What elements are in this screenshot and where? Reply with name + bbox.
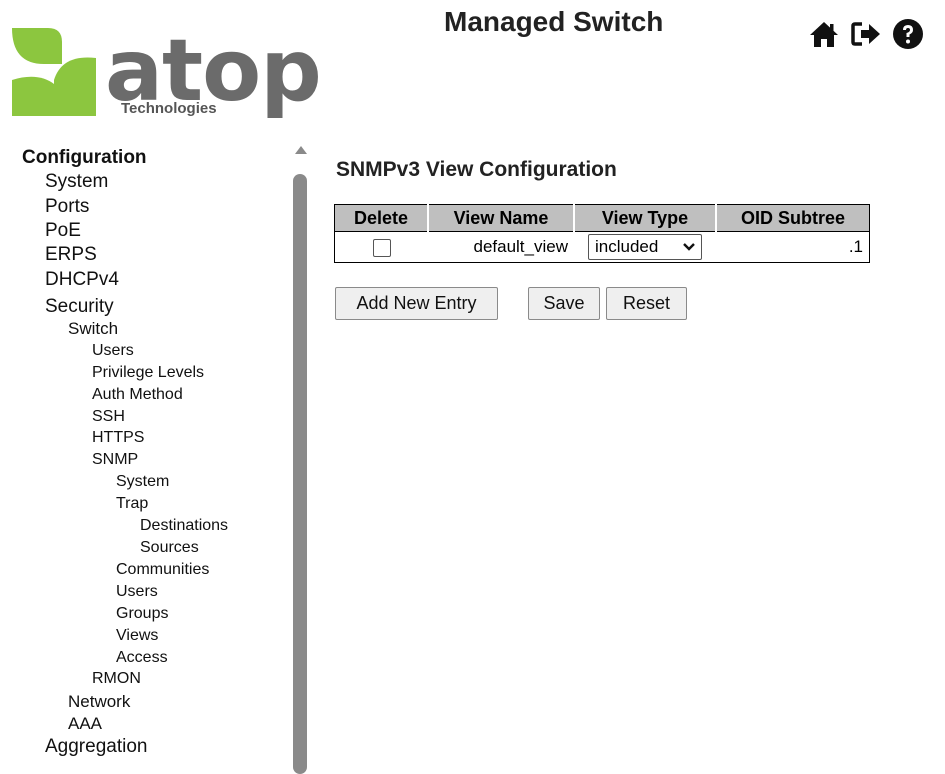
sidebar-item-snmp[interactable]: SNMP <box>92 451 138 469</box>
sidebar-item-aggregation[interactable]: Aggregation <box>45 736 147 758</box>
sidebar-item-views[interactable]: Views <box>116 627 158 645</box>
sidebar-item-system[interactable]: System <box>45 171 108 193</box>
sidebar-item-access[interactable]: Access <box>116 649 168 667</box>
sidebar-item-rmon[interactable]: RMON <box>92 670 141 688</box>
sidebar-item-groups[interactable]: Groups <box>116 605 168 623</box>
sidebar-item-privilege-levels[interactable]: Privilege Levels <box>92 364 204 382</box>
scrollbar-thumb[interactable] <box>293 174 307 774</box>
logout-icon[interactable] <box>850 18 882 50</box>
sidebar-item-trap[interactable]: Trap <box>116 495 148 513</box>
header-view-type: View Type <box>574 204 717 232</box>
sidebar-item-snmp-users[interactable]: Users <box>116 583 158 601</box>
delete-cell <box>335 232 429 263</box>
scroll-up-arrow-icon[interactable] <box>295 146 307 154</box>
sidebar-item-switch[interactable]: Switch <box>68 319 118 339</box>
sidebar-item-dhcpv4[interactable]: DHCPv4 <box>45 269 119 291</box>
reset-button[interactable]: Reset <box>606 287 687 320</box>
header-toolbar <box>808 18 924 50</box>
atop-logo: atop Technologies <box>8 18 322 123</box>
sidebar-item-trap-destinations[interactable]: Destinations <box>140 517 228 535</box>
oid-subtree-cell: .1 <box>848 237 863 256</box>
sidebar-scrollbar[interactable] <box>290 142 312 774</box>
logo-mark-icon <box>12 28 96 116</box>
page-header-title: Managed Switch <box>444 6 664 37</box>
add-new-entry-button[interactable]: Add New Entry <box>335 287 498 320</box>
sidebar-item-snmp-system[interactable]: System <box>116 473 169 491</box>
sidebar-item-security[interactable]: Security <box>45 296 114 318</box>
delete-checkbox[interactable] <box>372 238 391 257</box>
chevron-down-icon <box>683 243 695 251</box>
sidebar-nav: Configuration System Ports PoE ERPS DHCP… <box>0 142 290 762</box>
page-title: SNMPv3 View Configuration <box>336 158 617 181</box>
sidebar-item-trap-sources[interactable]: Sources <box>140 539 199 557</box>
view-type-value: included <box>595 237 659 256</box>
sidebar-item-network[interactable]: Network <box>68 692 130 712</box>
snmpv3-view-table: Delete View Name View Type OID Subtree d… <box>334 204 870 263</box>
sidebar-item-users[interactable]: Users <box>92 342 134 360</box>
header-delete: Delete <box>334 204 429 232</box>
sidebar-item-aaa[interactable]: AAA <box>68 714 102 734</box>
sidebar-item-https[interactable]: HTTPS <box>92 429 144 447</box>
save-button[interactable]: Save <box>528 287 600 320</box>
header-view-name: View Name <box>428 204 575 232</box>
home-icon[interactable] <box>808 18 840 50</box>
sidebar-item-poe[interactable]: PoE <box>45 220 81 242</box>
sidebar-item-auth-method[interactable]: Auth Method <box>92 386 183 404</box>
logo-tagline: Technologies <box>121 100 217 117</box>
sidebar-item-communities[interactable]: Communities <box>116 561 209 579</box>
help-icon[interactable] <box>892 18 924 50</box>
sidebar-item-ports[interactable]: Ports <box>45 196 89 218</box>
header-oid-subtree: OID Subtree <box>716 204 870 232</box>
view-type-select[interactable]: included <box>588 234 702 260</box>
view-type-cell: included <box>574 232 716 263</box>
sidebar-item-ssh[interactable]: SSH <box>92 408 125 426</box>
sidebar-item-erps[interactable]: ERPS <box>45 244 97 266</box>
table-header-row: Delete View Name View Type OID Subtree <box>334 204 870 232</box>
table-row: default_view included .1 <box>335 232 870 263</box>
sidebar-root-configuration[interactable]: Configuration <box>22 147 147 169</box>
view-name-cell: default_view <box>473 237 568 256</box>
